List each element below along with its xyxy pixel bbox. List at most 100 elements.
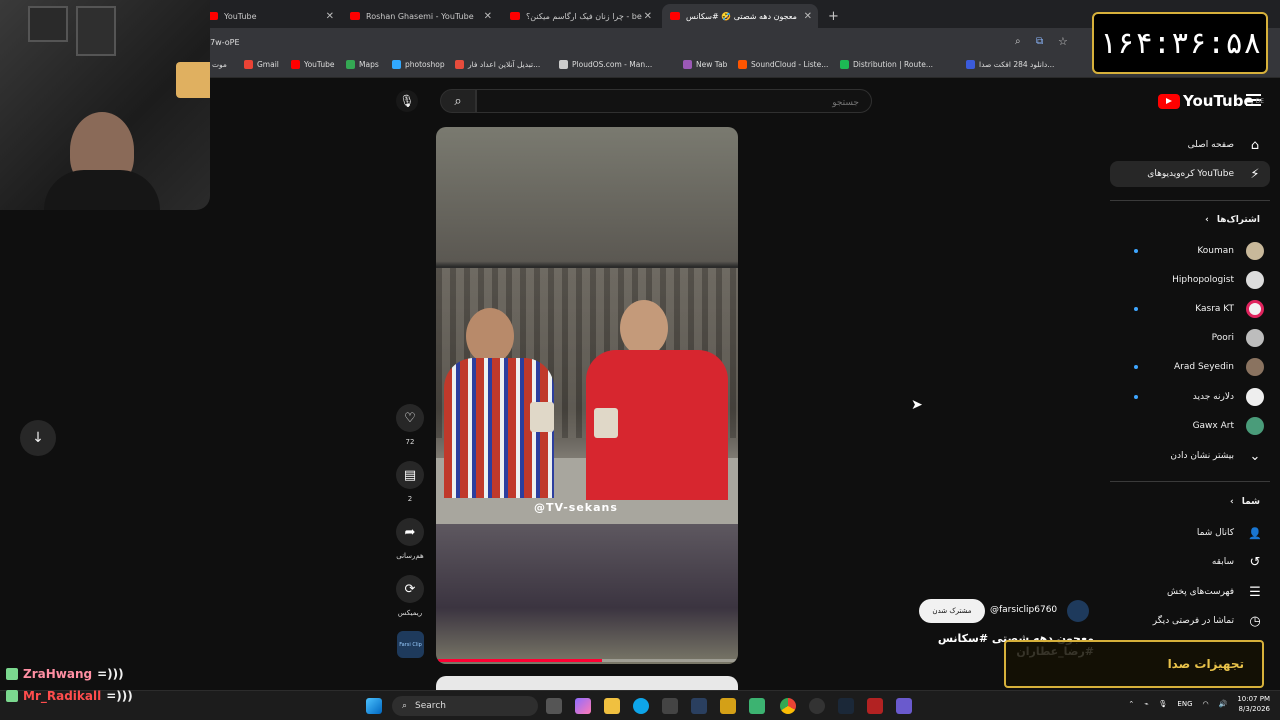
- comment-action: ▤ 2: [396, 461, 424, 503]
- tab-active-short[interactable]: معجون دهه شصتی 🤣 #سکانس ✕: [662, 4, 818, 28]
- search-input[interactable]: [477, 92, 871, 114]
- channel-name: Arad Seyedin: [1174, 362, 1234, 372]
- bookmark-item[interactable]: YouTube: [291, 60, 335, 69]
- tab-roshan-ghasemi[interactable]: Roshan Ghasemi - YouTube ✕: [342, 4, 498, 28]
- volume-icon[interactable]: 🔊: [1219, 700, 1228, 708]
- bookmark-item[interactable]: تبدیل آنلاین اعداد فار...: [455, 60, 540, 69]
- streamer-body: [44, 170, 160, 210]
- video-blur-bottom: [436, 524, 738, 664]
- chevron-down-icon: ⌄: [1249, 448, 1261, 464]
- wifi-icon[interactable]: ◠: [1203, 700, 1209, 708]
- comment-icon: ▤: [403, 467, 417, 483]
- microphone-icon[interactable]: 🎙: [1159, 700, 1168, 708]
- bookmark-item[interactable]: photoshop: [392, 60, 445, 69]
- chat-text: =))): [97, 667, 124, 681]
- app-icon[interactable]: [720, 698, 736, 714]
- youtube-logo[interactable]: YouTube DE: [1158, 92, 1264, 110]
- discord-icon[interactable]: [896, 698, 912, 714]
- bookmark-item[interactable]: موت: [212, 60, 227, 69]
- sidebar-item-subscription[interactable]: Kouman: [1110, 238, 1270, 264]
- sidebar-item-subscription[interactable]: Kasra KT: [1110, 296, 1270, 322]
- channel-sound-avatar[interactable]: Farsi Clip: [397, 631, 424, 658]
- channel-avatar[interactable]: [1067, 600, 1089, 622]
- close-tab-icon[interactable]: ✕: [326, 11, 334, 22]
- sidebar-item-subscription[interactable]: Hiphopologist: [1110, 267, 1270, 293]
- obs-icon[interactable]: [809, 698, 825, 714]
- channel-avatar: [1246, 242, 1264, 260]
- bookmark-label: SoundCloud - Liste...: [751, 60, 829, 69]
- bookmark-item[interactable]: New Tab: [683, 60, 727, 69]
- bookmark-item[interactable]: Gmail: [244, 60, 279, 69]
- bookmark-label: Maps: [359, 60, 379, 69]
- sidebar-item-subscription[interactable]: دلارنه جدید: [1110, 384, 1270, 410]
- tray-overflow-icon[interactable]: ⌃: [1128, 700, 1134, 708]
- sidebar-item-your-channel[interactable]: کانال شما 👤: [1110, 520, 1270, 546]
- search-box[interactable]: [476, 89, 872, 114]
- bookmark-star-icon[interactable]: ☆: [1058, 35, 1068, 48]
- steam-icon[interactable]: [838, 698, 854, 714]
- store-icon[interactable]: [662, 698, 678, 714]
- extension-icon[interactable]: ⧉: [1036, 36, 1043, 47]
- subscribe-button[interactable]: مشترک شدن: [919, 599, 985, 623]
- network-icon[interactable]: ⌁: [1144, 700, 1148, 708]
- video-progress-bar[interactable]: [438, 659, 736, 662]
- bookmark-item[interactable]: SoundCloud - Liste...: [738, 60, 828, 69]
- subscriptions-header[interactable]: ‹ اشتراک‌ها: [1110, 215, 1270, 225]
- steam-icon[interactable]: [691, 698, 707, 714]
- channel-handle[interactable]: @farsiclip6760: [990, 605, 1057, 615]
- language-indicator[interactable]: ENG: [1177, 700, 1192, 708]
- remix-button[interactable]: ⟳: [396, 575, 424, 603]
- comment-button[interactable]: ▤: [396, 461, 424, 489]
- you-header[interactable]: ‹ شما: [1110, 497, 1270, 507]
- sidebar-item-home[interactable]: صفحه اصلی ⌂: [1110, 132, 1270, 158]
- edge-icon[interactable]: [633, 698, 649, 714]
- taskbar-clock[interactable]: 10:07 PM 8/3/2026: [1237, 694, 1270, 714]
- twitch-icon: [683, 60, 692, 69]
- sidebar-item-subscription[interactable]: Arad Seyedin: [1110, 354, 1270, 380]
- search-button[interactable]: ⌕: [440, 89, 476, 113]
- tab-video-2[interactable]: چرا زنان فیک ارگاسم میکنن؟ - be ✕: [502, 4, 658, 28]
- youtube-play-icon: [1158, 93, 1180, 109]
- sidebar-item-watch-later[interactable]: تماشا در فرصتی دیگر ◷: [1110, 608, 1270, 634]
- arrow-down-icon: ↓: [32, 430, 44, 446]
- shorts-video-player[interactable]: @TV-sekans: [436, 127, 738, 664]
- stream-chat-overlay: ZraHwang =))) Mr_Radikall =))): [6, 667, 206, 711]
- sidebar-item-history[interactable]: سابقه ↺: [1110, 549, 1270, 575]
- windows-start-icon[interactable]: [366, 698, 382, 714]
- taskbar-search[interactable]: ⌕ Search: [392, 696, 538, 716]
- chrome-icon[interactable]: [780, 698, 796, 714]
- show-more-button[interactable]: بیشتر نشان دادن ⌄: [1110, 443, 1270, 469]
- globe-icon: [559, 60, 568, 69]
- sidebar-item-subscription[interactable]: Gawx Art: [1110, 413, 1270, 439]
- bookmark-item[interactable]: PloudOS.com - Man...: [559, 60, 652, 69]
- audio-gear-overlay: تجهیزات صدا: [1004, 640, 1264, 688]
- next-short-button[interactable]: ↓: [20, 420, 56, 456]
- file-explorer-icon[interactable]: [604, 698, 620, 714]
- task-view-icon[interactable]: [546, 698, 562, 714]
- video-frame: [436, 268, 738, 524]
- taskbar-date: 8/3/2026: [1238, 705, 1270, 713]
- remix-icon: ⟳: [404, 581, 416, 597]
- like-button[interactable]: ♡: [396, 404, 424, 432]
- bookmark-item[interactable]: Maps: [346, 60, 379, 69]
- tab-label: YouTube: [224, 11, 257, 21]
- copilot-icon[interactable]: [575, 698, 591, 714]
- close-tab-icon[interactable]: ✕: [644, 11, 652, 22]
- zoom-icon[interactable]: ⌕: [1015, 36, 1021, 47]
- close-tab-icon[interactable]: ✕: [804, 11, 812, 22]
- next-short-preview[interactable]: [436, 676, 738, 690]
- bookmark-item[interactable]: Distribution | Route...: [840, 60, 933, 69]
- sidebar-item-playlists[interactable]: فهرست‌های پخش ☰: [1110, 579, 1270, 605]
- sidebar-item-shorts[interactable]: کره‌ویدیوهای YouTube ⚡: [1110, 161, 1270, 187]
- voice-search-button[interactable]: 🎙: [396, 90, 418, 112]
- new-tab-button[interactable]: +: [820, 4, 840, 28]
- url-field[interactable]: 77w-oPE: [205, 35, 1085, 51]
- chevron-left-icon: ‹: [1205, 215, 1209, 225]
- app-icon[interactable]: [867, 698, 883, 714]
- close-tab-icon[interactable]: ✕: [484, 11, 492, 22]
- tab-youtube[interactable]: YouTube ✕: [200, 4, 340, 28]
- app-icon[interactable]: [749, 698, 765, 714]
- sidebar-item-subscription[interactable]: Poori: [1110, 325, 1270, 351]
- share-button[interactable]: ➦: [396, 518, 424, 546]
- bookmark-item[interactable]: دانلود 284 افکت صدا...: [966, 60, 1054, 69]
